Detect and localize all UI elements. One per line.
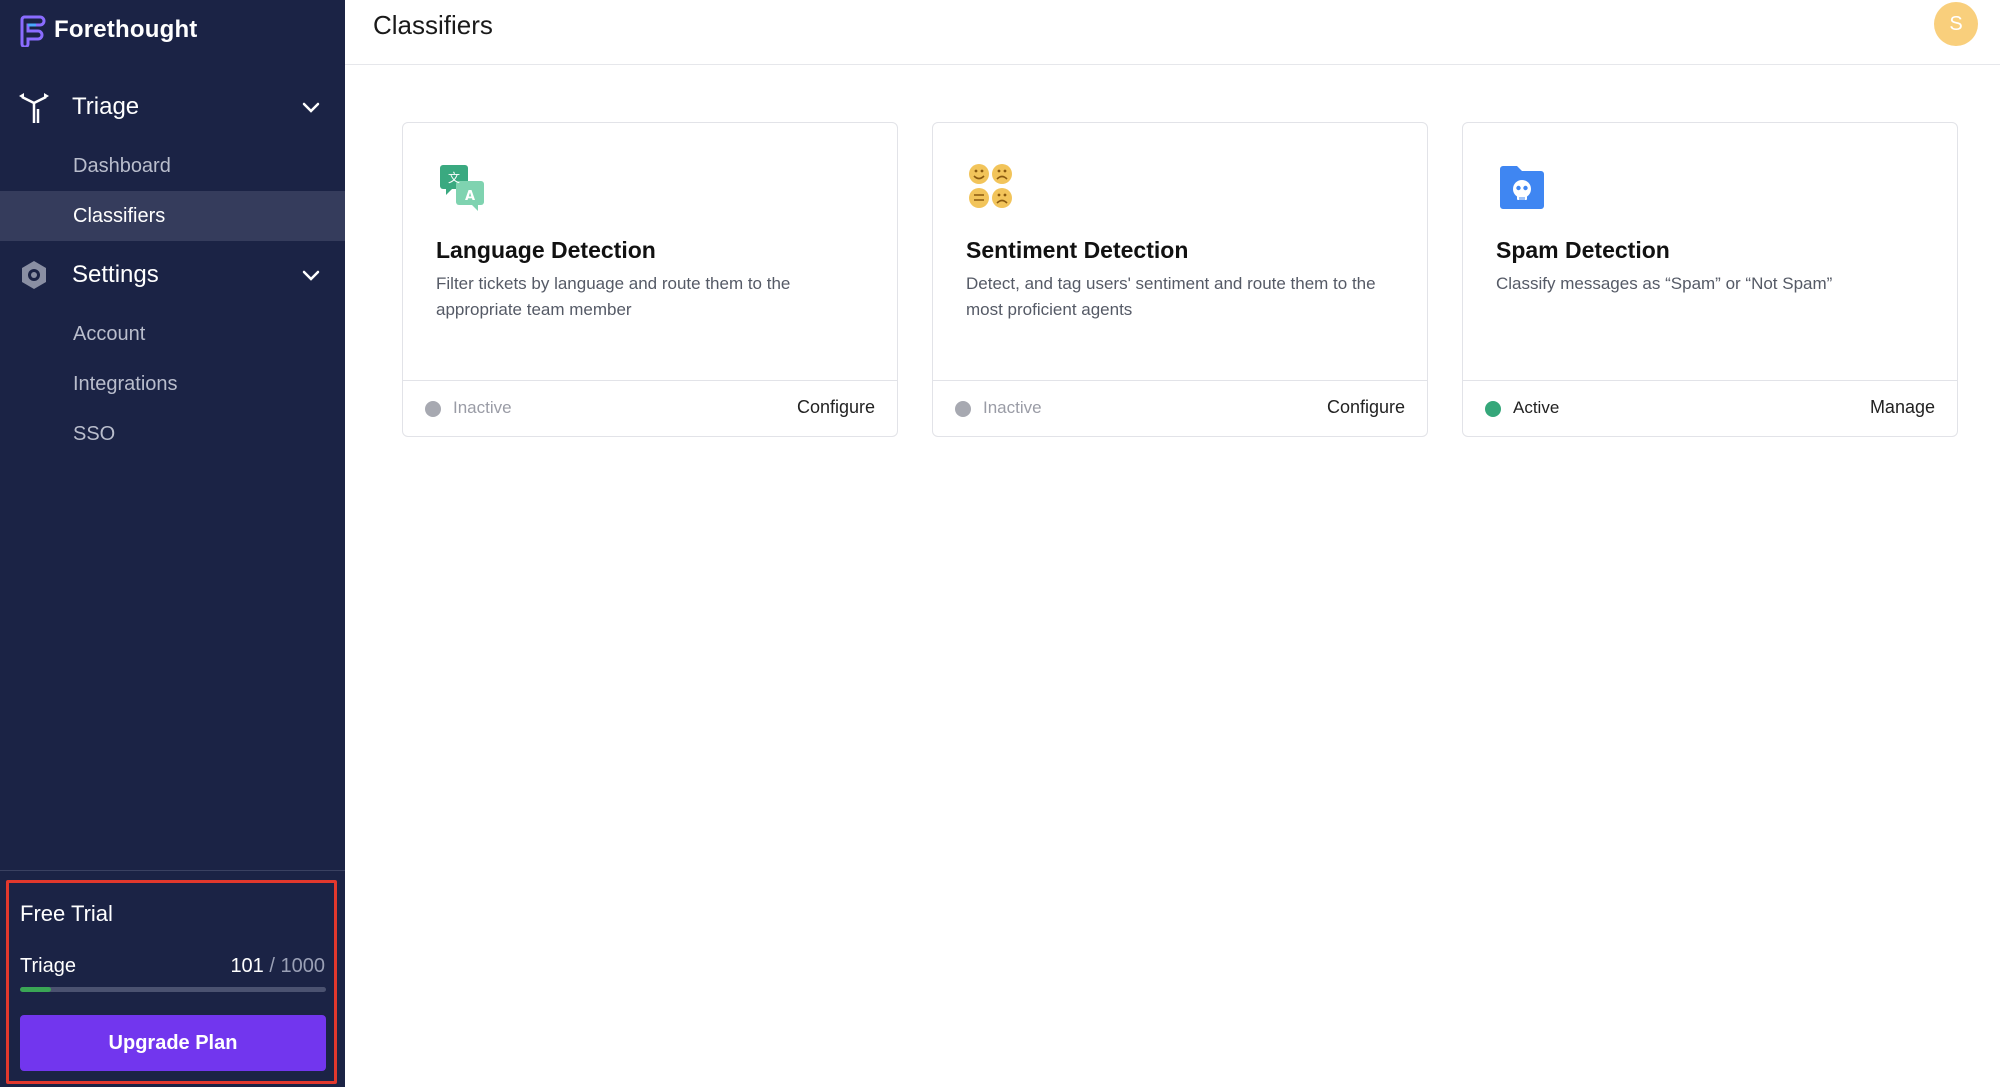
card-description: Classify messages as “Spam” or “Not Spam… [1496, 274, 1833, 293]
card-title: Spam Detection [1496, 237, 1670, 263]
card-footer: Inactive Configure [403, 380, 897, 436]
sidebar-item-dashboard[interactable]: Dashboard [0, 141, 345, 191]
upgrade-plan-button[interactable]: Upgrade Plan [20, 1015, 326, 1071]
status-label: Inactive [983, 398, 1042, 417]
classifier-card-language: 文 A Language Detection Filter tickets by… [402, 122, 898, 437]
settings-icon [16, 257, 52, 293]
status-dot [1485, 401, 1501, 417]
sidebar-divider [0, 870, 345, 871]
sidebar-item-classifiers[interactable]: Classifiers [0, 191, 345, 241]
usage-progress-fill [20, 987, 51, 992]
card-description: Filter tickets by language and route the… [436, 274, 791, 319]
card-footer: Active Manage [1463, 380, 1957, 436]
nav-group-triage[interactable]: Triage [0, 78, 345, 136]
triage-icon [16, 89, 52, 125]
nav-group-label: Settings [72, 261, 159, 288]
sidebar-item-label: Classifiers [73, 204, 166, 227]
page-title: Classifiers [373, 10, 493, 40]
chevron-down-icon[interactable] [299, 263, 323, 287]
card-description: Detect, and tag users' sentiment and rou… [966, 274, 1376, 319]
sidebar-item-integrations[interactable]: Integrations [0, 359, 345, 409]
nav-group-settings[interactable]: Settings [0, 246, 345, 304]
app-logo[interactable]: Forethought [18, 12, 198, 48]
status-dot [425, 401, 441, 417]
manage-link[interactable]: Manage [1870, 397, 1935, 418]
svg-text:A: A [465, 189, 475, 204]
sidebar-item-sso[interactable]: SSO [0, 409, 345, 459]
avatar[interactable]: S [1934, 2, 1978, 46]
status-label: Inactive [453, 398, 512, 417]
card-footer: Inactive Configure [933, 380, 1427, 436]
sentiment-faces-icon [969, 164, 1012, 208]
usage-count: 101 / 1000 [230, 955, 325, 978]
configure-link[interactable]: Configure [797, 397, 875, 418]
sidebar-item-label: Dashboard [73, 154, 171, 177]
svg-text:文: 文 [448, 170, 460, 185]
sidebar-item-label: Integrations [73, 372, 178, 395]
classifier-card-sentiment: Sentiment Detection Detect, and tag user… [932, 122, 1428, 437]
usage-used: 101 [230, 955, 264, 977]
status-dot [955, 401, 971, 417]
trial-title: Free Trial [20, 901, 113, 926]
configure-link[interactable]: Configure [1327, 397, 1405, 418]
sidebar: Forethought Triage Dashboard Classifiers [0, 0, 345, 1087]
classifier-card-spam: Spam Detection Classify messages as “Spa… [1462, 122, 1958, 437]
app-name: Forethought [54, 16, 198, 43]
usage-separator: / [269, 955, 275, 977]
page-header: Classifiers S [345, 0, 2000, 65]
sidebar-item-label: SSO [73, 422, 116, 445]
spam-folder-icon [1500, 166, 1544, 209]
usage-limit: 1000 [280, 955, 326, 977]
sidebar-item-label: Account [73, 322, 146, 345]
usage-progress-bar [20, 987, 326, 992]
language-translate-icon: 文 A [440, 165, 484, 211]
usage-label: Triage [20, 955, 76, 977]
card-title: Sentiment Detection [966, 237, 1189, 263]
forethought-logo-icon [20, 15, 46, 47]
nav-group-label: Triage [72, 93, 140, 120]
card-title: Language Detection [436, 237, 656, 263]
sidebar-item-account[interactable]: Account [0, 309, 345, 359]
status-label: Active [1513, 398, 1560, 417]
free-trial-panel: Free Trial Triage 101 / 1000 Upgrade Pla… [6, 880, 337, 1084]
chevron-down-icon[interactable] [299, 95, 323, 119]
